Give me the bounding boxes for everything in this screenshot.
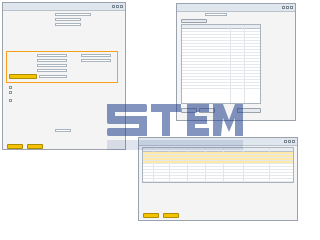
list-cancel-button[interactable] bbox=[163, 213, 179, 218]
template-select[interactable] bbox=[205, 12, 227, 16]
minimize-icon[interactable] bbox=[284, 139, 287, 143]
watermark-underline bbox=[107, 140, 243, 150]
table-row[interactable] bbox=[182, 86, 260, 89]
stem-logo-watermark bbox=[107, 104, 243, 150]
close-icon[interactable] bbox=[120, 4, 123, 8]
table-format-tab[interactable] bbox=[181, 19, 207, 23]
internal-number-field[interactable] bbox=[55, 128, 71, 132]
bp-code-from-field[interactable] bbox=[37, 58, 67, 62]
close-icon[interactable] bbox=[292, 139, 295, 143]
window-controls bbox=[112, 4, 123, 8]
customer-group-select[interactable] bbox=[37, 63, 67, 67]
minimize-icon[interactable] bbox=[112, 4, 115, 8]
form-settings-table bbox=[181, 24, 261, 104]
vendor-group-select[interactable] bbox=[37, 68, 67, 72]
table-row[interactable] bbox=[143, 179, 293, 182]
document-type-select[interactable] bbox=[55, 12, 91, 16]
properties-value-field[interactable] bbox=[39, 74, 67, 78]
stem-wordmark bbox=[107, 104, 243, 136]
maximize-icon[interactable] bbox=[288, 139, 291, 143]
series-select[interactable] bbox=[55, 22, 81, 26]
document-to-field[interactable] bbox=[81, 53, 111, 57]
maximize-icon[interactable] bbox=[116, 4, 119, 8]
ok-button[interactable] bbox=[7, 144, 23, 149]
bp-code-to-field[interactable] bbox=[81, 58, 111, 62]
window-controls bbox=[284, 139, 295, 143]
only-documents-printed-checkbox[interactable] bbox=[9, 91, 12, 94]
adjust-settings-checkbox[interactable] bbox=[9, 99, 12, 102]
minimize-icon[interactable] bbox=[282, 5, 285, 9]
document-from-field[interactable] bbox=[37, 53, 67, 57]
window-titlebar bbox=[177, 4, 295, 12]
window-controls bbox=[282, 5, 293, 9]
close-icon[interactable] bbox=[290, 5, 293, 9]
window-titlebar bbox=[3, 3, 125, 11]
only-documents-not-printed-checkbox[interactable] bbox=[9, 86, 12, 89]
cancel-button[interactable] bbox=[27, 144, 43, 149]
properties-button[interactable] bbox=[9, 74, 37, 79]
print-button[interactable] bbox=[143, 213, 159, 218]
posting-date-field[interactable] bbox=[55, 17, 81, 21]
maximize-icon[interactable] bbox=[286, 5, 289, 9]
